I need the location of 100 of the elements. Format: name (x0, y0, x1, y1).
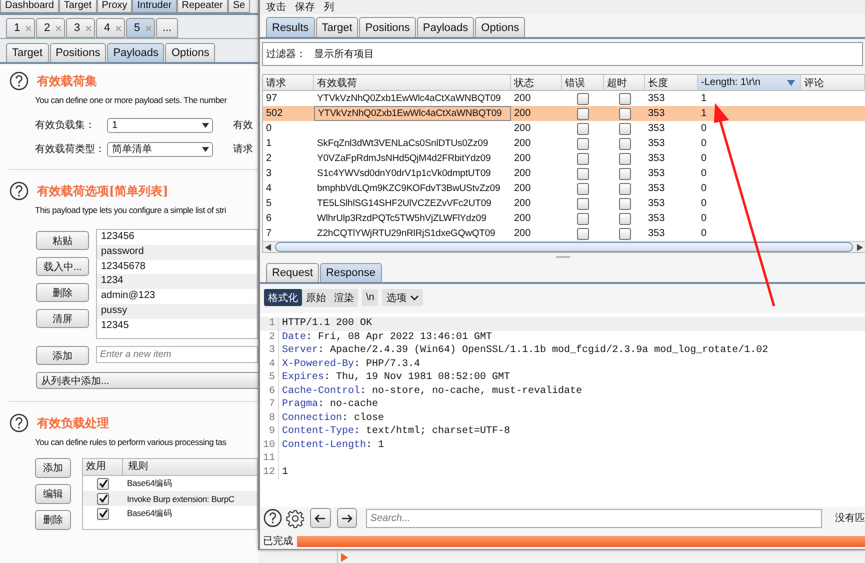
message-tab[interactable]: Request (266, 263, 319, 282)
module-tab[interactable]: Intruder (132, 0, 177, 13)
results-tab[interactable]: Results (266, 17, 315, 37)
rule-button[interactable]: 删除 (35, 510, 71, 530)
result-row[interactable]: 3 S1c4YWVsd0dnY0drV1p1cVk0dmptUT09 200 353 0 (263, 166, 865, 181)
table-cell-text: 353 (647, 197, 666, 211)
list-item[interactable]: admin@123 (97, 289, 257, 304)
result-row[interactable]: 4 bmphbVdLQm9KZC9KOFdvT3BwUStvZz09 200 353 0 (263, 181, 865, 196)
caret-icon (202, 122, 209, 128)
code-line: Connection: close (281, 412, 384, 424)
line-number: 7 (260, 398, 279, 412)
results-tab[interactable]: Positions (359, 17, 416, 37)
options-dropdown[interactable]: 选项 (382, 289, 424, 306)
attack-tab[interactable]: 3 (66, 18, 95, 38)
section-description: You can define rules to perform various processing tas (35, 437, 228, 449)
field-label: 请求 (233, 142, 253, 156)
view-mode-button[interactable]: 格式化 (264, 289, 302, 306)
checkbox[interactable] (97, 508, 109, 520)
scroll-right-icon[interactable] (856, 244, 863, 250)
column-header[interactable]: 评论 (801, 75, 865, 90)
result-row[interactable]: 7 Z2hCQTlYWjRTU29nRlRjS1dxeGQwQT09 200 353 0 (263, 226, 865, 241)
menu-item[interactable]: 攻击 (266, 0, 286, 14)
checkbox[interactable] (97, 492, 109, 504)
table-cell-text: 2 (265, 152, 273, 166)
help-icon[interactable] (9, 71, 29, 91)
result-row[interactable]: 5 TE5LSlhlSG14SHF2UlVCZEZvVFc2UT09 200 353 0 (263, 196, 865, 211)
search-field[interactable]: Search... (366, 508, 822, 528)
list-item[interactable]: password (97, 244, 257, 260)
list-item[interactable]: 123456 (97, 230, 257, 245)
results-tab[interactable]: Options (475, 17, 526, 37)
help-icon[interactable] (263, 508, 283, 528)
module-tab[interactable]: Repeater (176, 0, 228, 13)
newline-toggle[interactable]: \n (362, 289, 378, 306)
list-button[interactable]: 清屏 (36, 309, 89, 328)
back-button[interactable] (310, 508, 331, 528)
dropdown[interactable]: 简单清单 (107, 142, 213, 156)
sub-tab[interactable]: Positions (50, 43, 106, 62)
attack-tab[interactable]: 2 (36, 18, 65, 38)
add-button[interactable]: 添加 (36, 346, 89, 365)
results-tab[interactable]: Payloads (416, 17, 474, 37)
attack-tab[interactable]: 1 (6, 18, 35, 38)
input-field[interactable]: Enter a new item (96, 346, 258, 363)
column-header[interactable]: 效用 (83, 459, 123, 475)
line-number: 4 (260, 358, 279, 371)
table-cell: TE5LSlhlSG14SHF2UlVCZEZvVFc2UT09 (317, 198, 492, 209)
module-tab[interactable]: Se (228, 0, 250, 13)
list-item[interactable]: 12345 (97, 318, 257, 334)
column-header[interactable]: 状态 (511, 75, 562, 90)
more-tabs-button[interactable]: ... (156, 18, 178, 38)
column-header[interactable]: 有效载荷 (314, 75, 511, 90)
list-button[interactable]: 删除 (36, 283, 89, 302)
settings-icon[interactable] (286, 508, 304, 528)
splitter-handle[interactable] (556, 256, 570, 258)
result-row[interactable]: 1 SkFqZnl3dWt3VENLaCs0SnlDTUs0Zz09 200 353 0 (263, 136, 865, 151)
column-header[interactable]: 请求 (263, 75, 314, 90)
dropdown[interactable]: 1 (107, 118, 213, 132)
menu-item[interactable]: 列 (324, 0, 334, 14)
list-item[interactable]: 12345678 (97, 260, 257, 274)
help-icon[interactable] (9, 181, 29, 201)
rule-button[interactable]: 添加 (35, 458, 71, 478)
table-cell-text: 6 (265, 212, 273, 226)
table-cell-text: 3 (265, 167, 273, 181)
attack-tab[interactable]: 5 (126, 18, 155, 38)
forward-button[interactable] (336, 508, 358, 528)
list-item[interactable]: 1234 (97, 274, 257, 290)
line-number: 6 (260, 384, 279, 398)
sub-tab[interactable]: Payloads (107, 43, 164, 62)
table-cell-text: 7 (265, 227, 273, 241)
add-from-list-button[interactable]: 从列表中添加... (36, 372, 258, 389)
rule-button[interactable]: 编辑 (35, 484, 71, 504)
sub-tab[interactable]: Target (6, 43, 49, 62)
result-row[interactable]: 97 YTVkVzNhQ0Zxb1EwWlc4aCtXaWNBQT09 200 353 1 (263, 91, 865, 106)
module-tab[interactable]: Proxy (96, 0, 132, 13)
result-row[interactable]: 6 WlhrUlp3RzdPQTc5TW5hVjZLWFlYdz09 200 353 0 (263, 211, 865, 226)
menu-item[interactable]: 保存 (295, 0, 315, 14)
sort-caret-icon (787, 80, 795, 86)
table-cell: YTVkVzNhQ0Zxb1EwWlc4aCtXaWNBQT09 (317, 93, 501, 104)
list-button[interactable]: 载入中... (36, 257, 89, 276)
result-row[interactable]: 502 YTVkVzNhQ0Zxb1EwWlc4aCtXaWNBQT09 200 353 1 (263, 106, 865, 121)
module-tab[interactable]: Target (58, 0, 97, 13)
sub-tab[interactable]: Options (165, 43, 216, 62)
column-header[interactable]: -Length: 1\r\n (698, 75, 801, 90)
scroll-left-icon[interactable] (265, 244, 272, 250)
help-icon[interactable] (9, 413, 29, 433)
column-header[interactable]: 超时 (604, 75, 645, 90)
results-tab[interactable]: Target (316, 17, 358, 37)
table-cell-text: 0 (700, 167, 708, 181)
result-row[interactable]: 0 200 353 0 (263, 121, 865, 136)
attack-tab[interactable]: 4 (96, 18, 125, 38)
column-header[interactable]: 错误 (562, 75, 604, 90)
checkbox[interactable] (97, 478, 109, 490)
module-tab[interactable]: Dashboard (0, 0, 59, 13)
horizontal-scrollbar[interactable] (263, 241, 865, 252)
line-number: 9 (260, 425, 279, 438)
filter-bar[interactable]: 过滤器： 显示所有项目 (262, 42, 863, 66)
message-tab[interactable]: Response (320, 263, 382, 282)
column-header[interactable]: 规则 (123, 459, 148, 475)
result-row[interactable]: 2 Y0VZaFpRdmJsNHd5QjM4d2FRbitYdz09 200 353 0 (263, 151, 865, 166)
list-button[interactable]: 粘贴 (36, 231, 89, 250)
list-item[interactable]: pussy (97, 304, 257, 319)
